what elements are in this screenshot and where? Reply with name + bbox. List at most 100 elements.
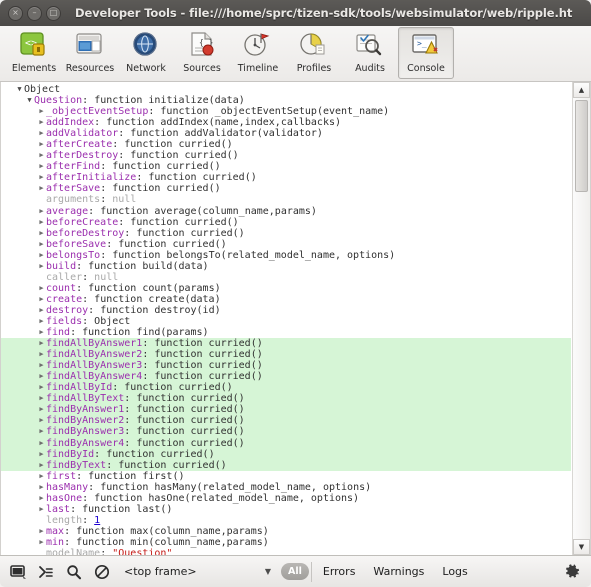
filter-warnings[interactable]: Warnings [373, 565, 424, 578]
console-tree-row[interactable]: ▶ _objectEventSetup: function _objectEven… [1, 106, 571, 117]
triangle-down-icon[interactable]: ▼ [25, 95, 34, 106]
console-tree-row[interactable]: ▶ findAllById: function curried() [1, 382, 571, 394]
dock-window-button[interactable] [4, 557, 32, 587]
tab-network[interactable]: Network [118, 27, 174, 79]
console-tree-row[interactable]: ▶ build: function build(data) [1, 261, 571, 272]
console-tree-row[interactable]: caller: null [1, 272, 571, 283]
triangle-right-icon[interactable]: ▶ [37, 393, 46, 404]
triangle-right-icon[interactable]: ▶ [37, 415, 46, 426]
tab-elements[interactable]: <> Elements [6, 27, 62, 79]
tab-resources[interactable]: Resources [62, 27, 118, 79]
minimize-button[interactable]: – [27, 5, 42, 21]
console-tree-row[interactable]: ▶ afterDestroy: function curried() [1, 150, 571, 161]
triangle-right-icon[interactable]: ▶ [37, 426, 46, 437]
console-prompt-button[interactable] [32, 557, 60, 587]
scroll-down-arrow[interactable]: ▼ [573, 539, 590, 555]
triangle-right-icon[interactable]: ▶ [37, 106, 46, 117]
property-value[interactable]: 1 [94, 515, 100, 526]
console-tree-row[interactable]: arguments: null [1, 194, 571, 205]
console-tree-row[interactable]: ▶ findAllByAnswer3: function curried() [1, 360, 571, 372]
console-tree-row[interactable]: ▼ Object [1, 84, 571, 95]
triangle-right-icon[interactable]: ▶ [37, 305, 46, 316]
maximize-button[interactable]: □ [46, 5, 61, 21]
triangle-right-icon[interactable]: ▶ [37, 504, 46, 515]
triangle-right-icon[interactable]: ▶ [37, 460, 46, 471]
filter-errors[interactable]: Errors [323, 565, 356, 578]
frame-selector[interactable]: <top frame> ▼ [116, 557, 281, 587]
tab-profiles[interactable]: Profiles [286, 27, 342, 79]
triangle-right-icon[interactable]: ▶ [37, 150, 46, 161]
tab-timeline[interactable]: Timeline [230, 27, 286, 79]
triangle-right-icon[interactable]: ▶ [37, 128, 46, 139]
console-tree-row[interactable]: ▶ beforeCreate: function curried() [1, 217, 571, 228]
triangle-right-icon[interactable]: ▶ [37, 537, 46, 548]
console-tree-row[interactable]: ▶ find: function find(params) [1, 327, 571, 338]
console-tree-row[interactable]: ▶ belongsTo: function belongsTo(related_m… [1, 250, 571, 261]
console-tree-row[interactable]: ▶ last: function last() [1, 504, 571, 515]
triangle-right-icon[interactable]: ▶ [37, 294, 46, 305]
tab-console[interactable]: >_ Console [398, 27, 454, 79]
triangle-right-icon[interactable]: ▶ [37, 139, 46, 150]
triangle-right-icon[interactable]: ▶ [37, 183, 46, 194]
console-tree-row[interactable]: ▼ Question: function initialize(data) [1, 95, 571, 106]
scroll-up-arrow[interactable]: ▲ [573, 82, 590, 98]
tab-sources[interactable]: { } Sources [174, 27, 230, 79]
triangle-right-icon[interactable]: ▶ [37, 206, 46, 217]
triangle-right-icon[interactable]: ▶ [37, 239, 46, 250]
scrollbar-thumb[interactable] [575, 100, 588, 192]
triangle-right-icon[interactable]: ▶ [37, 438, 46, 449]
triangle-right-icon[interactable]: ▶ [37, 382, 46, 393]
console-tree-row[interactable]: ▶ afterSave: function curried() [1, 183, 571, 194]
tab-audits[interactable]: Audits [342, 27, 398, 79]
close-button[interactable]: × [8, 5, 23, 21]
console-tree-row[interactable]: ▶ findAllByAnswer4: function curried() [1, 371, 571, 383]
triangle-right-icon[interactable]: ▶ [37, 117, 46, 128]
console-tree-row[interactable]: ▶ first: function first() [1, 471, 571, 482]
triangle-right-icon[interactable]: ▶ [37, 493, 46, 504]
console-tree-row[interactable]: ▶ findAllByText: function curried() [1, 393, 571, 405]
console-tree-row[interactable]: ▶ destroy: function destroy(id) [1, 305, 571, 316]
triangle-right-icon[interactable]: ▶ [37, 449, 46, 460]
triangle-right-icon[interactable]: ▶ [37, 172, 46, 183]
triangle-right-icon[interactable]: ▶ [37, 404, 46, 415]
triangle-right-icon[interactable]: ▶ [37, 471, 46, 482]
console-tree-row[interactable]: ▶ max: function max(column_name,params) [1, 526, 571, 537]
console-tree-row[interactable]: ▶ findAllByAnswer1: function curried() [1, 338, 571, 350]
console-tree-row[interactable]: ▶ findByAnswer2: function curried() [1, 415, 571, 427]
triangle-right-icon[interactable]: ▶ [37, 316, 46, 327]
console-tree-row[interactable]: ▶ create: function create(data) [1, 294, 571, 305]
console-tree-row[interactable]: ▶ findById: function curried() [1, 448, 571, 460]
console-tree-row[interactable]: ▶ beforeDestroy: function curried() [1, 228, 571, 239]
console-object-tree[interactable]: ▼ Object ▼ Question: function initialize(da… [1, 84, 571, 555]
triangle-right-icon[interactable]: ▶ [37, 228, 46, 239]
triangle-right-icon[interactable]: ▶ [37, 161, 46, 172]
settings-button[interactable] [561, 561, 583, 583]
console-tree-row[interactable]: ▶ findAllByAnswer2: function curried() [1, 349, 571, 361]
triangle-right-icon[interactable]: ▶ [37, 526, 46, 537]
search-button[interactable] [60, 557, 88, 587]
console-tree-row[interactable]: ▶ findByAnswer4: function curried() [1, 437, 571, 449]
triangle-right-icon[interactable]: ▶ [37, 371, 46, 382]
triangle-right-icon[interactable]: ▶ [37, 360, 46, 371]
console-tree-row[interactable]: ▶ findByAnswer3: function curried() [1, 426, 571, 438]
console-tree-row[interactable]: ▶ afterCreate: function curried() [1, 139, 571, 150]
triangle-right-icon[interactable]: ▶ [37, 250, 46, 261]
vertical-scrollbar[interactable]: ▲ ▼ [572, 82, 590, 555]
console-tree-row[interactable]: ▶ addIndex: function addIndex(name,index,… [1, 117, 571, 128]
console-tree-row[interactable]: ▶ min: function min(column_name,params) [1, 537, 571, 548]
console-tree-row[interactable]: ▶ count: function count(params) [1, 283, 571, 294]
triangle-right-icon[interactable]: ▶ [37, 349, 46, 360]
triangle-right-icon[interactable]: ▶ [37, 283, 46, 294]
console-tree-row[interactable]: ▶ beforeSave: function curried() [1, 239, 571, 250]
console-tree-row[interactable]: ▶ afterInitialize: function curried() [1, 172, 571, 183]
triangle-right-icon[interactable]: ▶ [37, 338, 46, 349]
console-tree-row[interactable]: ▶ afterFind: function curried() [1, 161, 571, 172]
console-tree-row[interactable]: ▶ addValidator: function addValidator(val… [1, 128, 571, 139]
console-tree-row[interactable]: ▶ findByAnswer1: function curried() [1, 404, 571, 416]
filter-logs[interactable]: Logs [442, 565, 467, 578]
triangle-right-icon[interactable]: ▶ [37, 217, 46, 228]
console-tree-row[interactable]: ▶ average: function average(column_name,p… [1, 206, 571, 217]
triangle-right-icon[interactable]: ▶ [37, 261, 46, 272]
console-tree-row[interactable]: length: 1 [1, 515, 571, 526]
triangle-right-icon[interactable]: ▶ [37, 327, 46, 338]
